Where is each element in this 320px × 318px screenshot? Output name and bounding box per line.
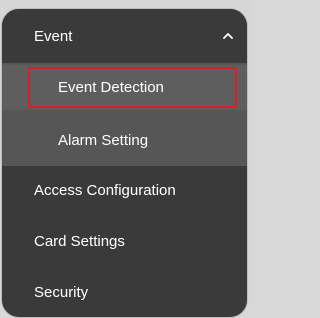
submenu-item-label: Alarm Setting	[58, 132, 149, 149]
event-submenu: Event Detection Alarm Setting	[2, 63, 247, 166]
menu-group-event[interactable]: Event	[2, 9, 247, 63]
menu-item-label: Card Settings	[34, 232, 125, 250]
menu-group-event-label: Event	[34, 27, 73, 45]
menu-item-label: Security	[34, 283, 89, 301]
settings-sidebar: Event Event Detection Alarm Setting Acce…	[1, 8, 248, 318]
submenu-item-alarm-setting[interactable]: Alarm Setting	[2, 118, 247, 163]
menu-item-security[interactable]: Security	[2, 267, 247, 317]
menu-item-card-settings[interactable]: Card Settings	[2, 216, 247, 266]
chevron-up-icon[interactable]	[223, 31, 233, 41]
submenu-item-event-detection[interactable]: Event Detection	[2, 65, 247, 110]
screenshot-frame: Event Event Detection Alarm Setting Acce…	[0, 0, 252, 318]
menu-item-label: Access Configuration	[34, 181, 176, 199]
menu-item-access-configuration[interactable]: Access Configuration	[2, 165, 247, 215]
submenu-item-label: Event Detection	[58, 79, 164, 96]
